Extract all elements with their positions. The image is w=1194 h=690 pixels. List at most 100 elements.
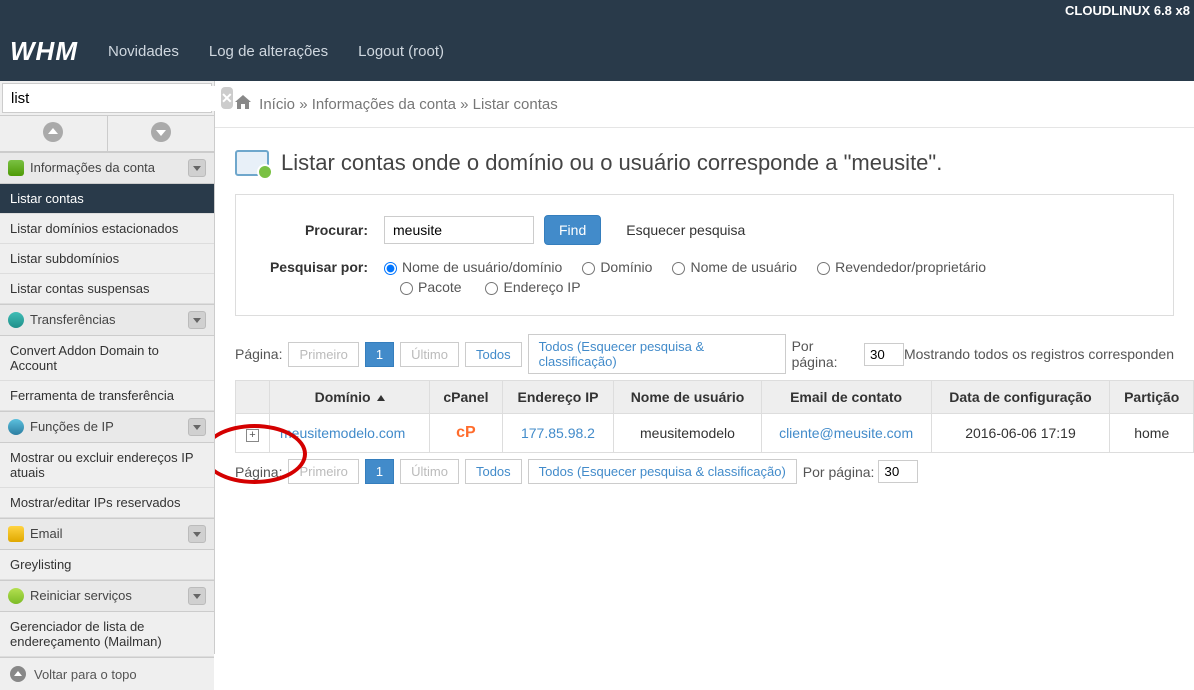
per-page-label: Por página: bbox=[792, 338, 860, 370]
pager-all-reset[interactable]: Todos (Esquecer pesquisa & classificação… bbox=[528, 459, 797, 484]
per-page-input[interactable] bbox=[864, 343, 904, 366]
sidebar-item-suspended[interactable]: Listar contas suspensas bbox=[0, 274, 214, 304]
pager-last[interactable]: Último bbox=[400, 342, 459, 367]
cpanel-icon[interactable]: cP bbox=[456, 424, 476, 441]
search-by-label: Pesquisar por: bbox=[254, 259, 384, 275]
sidebar-collapse-controls bbox=[0, 115, 214, 152]
per-page-input[interactable] bbox=[878, 460, 918, 483]
col-partition[interactable]: Partição bbox=[1110, 381, 1194, 414]
col-ip[interactable]: Endereço IP bbox=[502, 381, 614, 414]
arrow-up-icon bbox=[10, 666, 26, 682]
col-user[interactable]: Nome de usuário bbox=[614, 381, 761, 414]
chevron-down-icon bbox=[188, 587, 206, 605]
nav-news[interactable]: Novidades bbox=[108, 43, 179, 60]
chevron-down-icon bbox=[188, 418, 206, 436]
sidebar-item-transfer-tool[interactable]: Ferramenta de transferência bbox=[0, 381, 214, 411]
pager-all-reset[interactable]: Todos (Esquecer pesquisa & classificação… bbox=[528, 334, 786, 374]
radio-domain[interactable]: Domínio bbox=[582, 259, 652, 275]
breadcrumb-sep: » bbox=[460, 96, 468, 113]
mail-icon bbox=[8, 526, 24, 542]
main-content: Início » Informações da conta » Listar c… bbox=[215, 81, 1194, 654]
page-title-row: Listar contas onde o domínio ou o usuári… bbox=[215, 128, 1194, 194]
sidebar-group-label: Email bbox=[30, 526, 63, 541]
page-title: Listar contas onde o domínio ou o usuári… bbox=[281, 150, 942, 176]
user-icon bbox=[8, 160, 24, 176]
accounts-table: Domínio cPanel Endereço IP Nome de usuár… bbox=[235, 380, 1194, 453]
globe-icon bbox=[8, 419, 24, 435]
nav-changelog[interactable]: Log de alterações bbox=[209, 43, 328, 60]
home-icon bbox=[235, 96, 255, 113]
col-cpanel[interactable]: cPanel bbox=[430, 381, 502, 414]
col-date[interactable]: Data de configuração bbox=[931, 381, 1110, 414]
breadcrumb-info[interactable]: Informações da conta bbox=[312, 96, 456, 113]
date-cell: 2016-06-06 17:19 bbox=[931, 414, 1110, 453]
sidebar-group-ip[interactable]: Funções de IP bbox=[0, 411, 214, 443]
showing-text: Mostrando todos os registros corresponde… bbox=[904, 346, 1174, 362]
restart-icon bbox=[8, 588, 24, 604]
chevron-down-icon bbox=[188, 159, 206, 177]
sidebar-group-label: Reiniciar serviços bbox=[30, 588, 132, 603]
email-link[interactable]: cliente@meusite.com bbox=[779, 425, 913, 441]
account-search-input[interactable] bbox=[384, 216, 534, 244]
expand-row-icon[interactable]: + bbox=[246, 429, 259, 442]
search-panel: Procurar: Find Esquecer pesquisa Pesquis… bbox=[235, 194, 1174, 316]
sidebar-item-mailman[interactable]: Gerenciador de lista de endereçamento (M… bbox=[0, 612, 214, 657]
radio-user[interactable]: Nome de usuário bbox=[672, 259, 797, 275]
os-status-bar: CLOUDLINUX 6.8 x8 bbox=[0, 0, 1194, 21]
sidebar-item-convert-addon[interactable]: Convert Addon Domain to Account bbox=[0, 336, 214, 381]
pager-all[interactable]: Todos bbox=[465, 342, 522, 367]
sidebar-group-restart[interactable]: Reiniciar serviços bbox=[0, 580, 214, 612]
sidebar-item-greylisting[interactable]: Greylisting bbox=[0, 550, 214, 580]
sidebar-search: ✕ bbox=[2, 83, 212, 113]
radio-reseller[interactable]: Revendedor/proprietário bbox=[817, 259, 986, 275]
whm-logo: WHM bbox=[10, 36, 78, 67]
breadcrumb-home[interactable]: Início bbox=[259, 96, 295, 113]
pager-current[interactable]: 1 bbox=[365, 342, 394, 367]
radio-ip[interactable]: Endereço IP bbox=[485, 279, 580, 295]
sidebar-group-email[interactable]: Email bbox=[0, 518, 214, 550]
sidebar-item-parked-domains[interactable]: Listar domínios estacionados bbox=[0, 214, 214, 244]
sidebar: ✕ Informações da conta Listar contas Lis… bbox=[0, 81, 215, 654]
pager-first[interactable]: Primeiro bbox=[288, 342, 358, 367]
pager-all[interactable]: Todos bbox=[465, 459, 522, 484]
sidebar-item-show-ips[interactable]: Mostrar ou excluir endereços IP atuais bbox=[0, 443, 214, 488]
nav-logout[interactable]: Logout (root) bbox=[358, 43, 444, 60]
list-accounts-icon bbox=[235, 150, 269, 176]
forget-search-button[interactable]: Esquecer pesquisa bbox=[611, 215, 760, 245]
sidebar-group-transfers[interactable]: Transferências bbox=[0, 304, 214, 336]
pager-top: Página: Primeiro 1 Último Todos Todos (E… bbox=[215, 334, 1194, 380]
sidebar-search-input[interactable] bbox=[3, 86, 218, 111]
find-button[interactable]: Find bbox=[544, 215, 601, 245]
chevron-down-icon bbox=[151, 122, 171, 142]
collapse-all-button[interactable] bbox=[0, 116, 108, 151]
sidebar-group-label: Transferências bbox=[30, 312, 116, 327]
chevron-up-icon bbox=[43, 122, 63, 142]
sidebar-group-account-info[interactable]: Informações da conta bbox=[0, 152, 214, 184]
chevron-down-icon bbox=[188, 525, 206, 543]
chevron-down-icon bbox=[188, 311, 206, 329]
back-to-top[interactable]: Voltar para o topo bbox=[0, 657, 214, 690]
col-expand bbox=[236, 381, 270, 414]
transfer-icon bbox=[8, 312, 24, 328]
pager-last[interactable]: Último bbox=[400, 459, 459, 484]
col-email[interactable]: Email de contato bbox=[761, 381, 931, 414]
page-label: Página: bbox=[235, 464, 282, 480]
user-cell: meusitemodelo bbox=[614, 414, 761, 453]
pager-current[interactable]: 1 bbox=[365, 459, 394, 484]
breadcrumb-sep: » bbox=[299, 96, 307, 113]
page-label: Página: bbox=[235, 346, 282, 362]
table-row: + meusitemodelo.com cP 177.85.98.2 meusi… bbox=[236, 414, 1194, 453]
sidebar-item-subdomains[interactable]: Listar subdomínios bbox=[0, 244, 214, 274]
expand-all-button[interactable] bbox=[108, 116, 215, 151]
radio-package[interactable]: Pacote bbox=[400, 279, 462, 295]
top-nav: WHM Novidades Log de alterações Logout (… bbox=[0, 21, 1194, 81]
col-domain[interactable]: Domínio bbox=[270, 381, 430, 414]
back-to-top-label: Voltar para o topo bbox=[34, 667, 137, 682]
pager-first[interactable]: Primeiro bbox=[288, 459, 358, 484]
radio-user-domain[interactable]: Nome de usuário/domínio bbox=[384, 259, 562, 275]
sidebar-item-list-accounts[interactable]: Listar contas bbox=[0, 184, 214, 214]
ip-link[interactable]: 177.85.98.2 bbox=[521, 425, 595, 441]
domain-link[interactable]: meusitemodelo.com bbox=[280, 425, 405, 441]
sidebar-group-label: Informações da conta bbox=[30, 160, 155, 175]
sidebar-item-reserved-ips[interactable]: Mostrar/editar IPs reservados bbox=[0, 488, 214, 518]
